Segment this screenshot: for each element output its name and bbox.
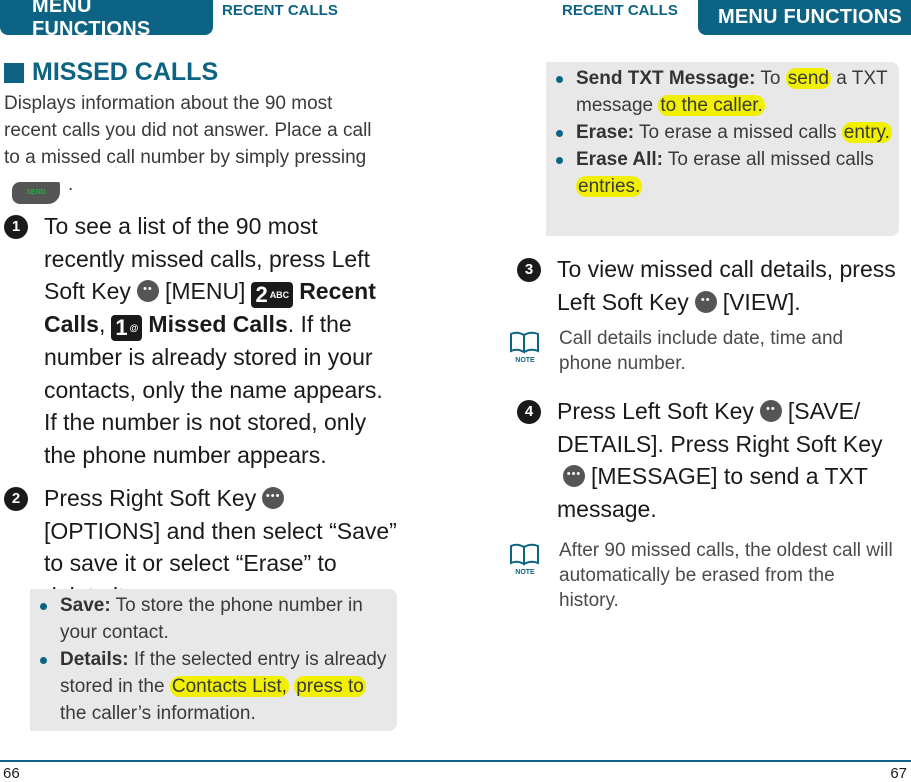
option-desc: To erase a missed calls	[634, 122, 842, 143]
note-book-icon: NOTE	[510, 331, 539, 364]
key-2-abc-icon: 2 ABC	[251, 282, 294, 308]
step-4: 4 Press Left Soft Key[SAVE/ DETAILS]. Pr…	[517, 395, 902, 525]
step-3: 3 To view missed call details, press Lef…	[517, 253, 902, 318]
highlight: to the caller.	[658, 95, 765, 116]
step-text: Press Right Soft Key	[44, 485, 257, 511]
step-text: Press Left Soft Key	[557, 398, 754, 424]
highlight: press to	[294, 676, 366, 697]
note-2: NOTE After 90 missed calls, the oldest c…	[510, 538, 899, 613]
menu-functions-tab-right: MENU FUNCTIONS	[698, 0, 911, 35]
highlight: send	[785, 68, 831, 89]
option-send-txt: Send TXT Message: To send a TXT message …	[546, 65, 899, 119]
step-number-badge: 2	[4, 487, 28, 511]
highlight: entries.	[576, 176, 643, 197]
footer-divider	[0, 760, 911, 762]
step-text: ,	[98, 311, 106, 337]
tab-label: MENU FUNCTIONS	[718, 6, 902, 28]
section-label-left: RECENT CALLS	[222, 2, 338, 19]
option-erase: Erase: To erase a missed calls entry.	[546, 119, 899, 146]
menu-functions-tab-left: MENU FUNCTIONS	[0, 0, 213, 40]
menu-missed-calls: Missed Calls	[148, 311, 288, 337]
step-1: 1 To see a list of the 90 most recently …	[4, 210, 394, 471]
option-term: Erase All:	[576, 149, 663, 170]
note-book-icon: NOTE	[510, 543, 539, 576]
heading-text: MISSED CALLS	[32, 58, 219, 86]
section-label-right: RECENT CALLS	[562, 2, 678, 19]
right-soft-key-icon	[563, 465, 585, 487]
option-erase-all: Erase All: To erase all missed calls ent…	[546, 146, 899, 200]
step-number-badge: 3	[517, 258, 541, 282]
key-sub: ABC	[269, 290, 290, 300]
step-number-badge: 4	[517, 400, 541, 424]
options-box-left: Save: To store the phone number in your …	[30, 589, 397, 731]
page-number-left: 66	[3, 765, 20, 782]
option-details: Details: If the selected entry is alread…	[30, 646, 397, 727]
key-num: 2	[255, 282, 268, 307]
step-number-badge: 1	[4, 215, 28, 239]
key-sub: @	[129, 323, 139, 333]
option-term: Details:	[60, 649, 129, 670]
step-text: [MESSAGE] to send a TXT message.	[557, 463, 868, 522]
key-num: 1	[115, 315, 128, 340]
option-desc: To erase all missed calls	[662, 149, 874, 170]
left-soft-key-icon	[136, 280, 159, 302]
note-text: Call details include date, time and phon…	[559, 328, 844, 374]
key-1-icon: 1 @	[111, 315, 143, 341]
option-desc: To	[755, 68, 786, 89]
option-save: Save: To store the phone number in your …	[30, 592, 397, 646]
page-number-right: 67	[890, 765, 907, 782]
note-text: After 90 missed calls, the oldest call w…	[559, 540, 893, 611]
highlight: entry.	[841, 122, 892, 143]
options-box-right: Send TXT Message: To send a TXT message …	[546, 62, 899, 236]
highlight: Contacts List,	[169, 676, 289, 697]
option-term: Save:	[60, 595, 111, 616]
step-text: [MENU]	[164, 278, 246, 304]
option-term: Send TXT Message:	[576, 68, 756, 89]
heading-square-icon	[4, 62, 24, 83]
left-soft-key-icon	[759, 400, 782, 422]
right-soft-key-icon	[262, 487, 285, 509]
step-text: [VIEW].	[722, 288, 801, 315]
intro-text: Displays information about the 90 most r…	[4, 93, 372, 168]
option-term: Erase:	[576, 122, 635, 143]
left-soft-key-icon	[694, 290, 717, 313]
svg-text:NOTE: NOTE	[515, 569, 535, 576]
page-heading: MISSED CALLS	[4, 58, 218, 87]
intro-end: .	[68, 174, 74, 195]
note-1: NOTE Call details include date, time and…	[510, 326, 894, 376]
tab-label: MENU FUNCTIONS	[32, 0, 151, 40]
option-desc: the caller’s information.	[60, 703, 256, 724]
intro-paragraph: Displays information about the 90 most r…	[4, 90, 384, 204]
svg-text:NOTE: NOTE	[515, 357, 535, 364]
send-key-icon: SEND	[12, 182, 60, 204]
